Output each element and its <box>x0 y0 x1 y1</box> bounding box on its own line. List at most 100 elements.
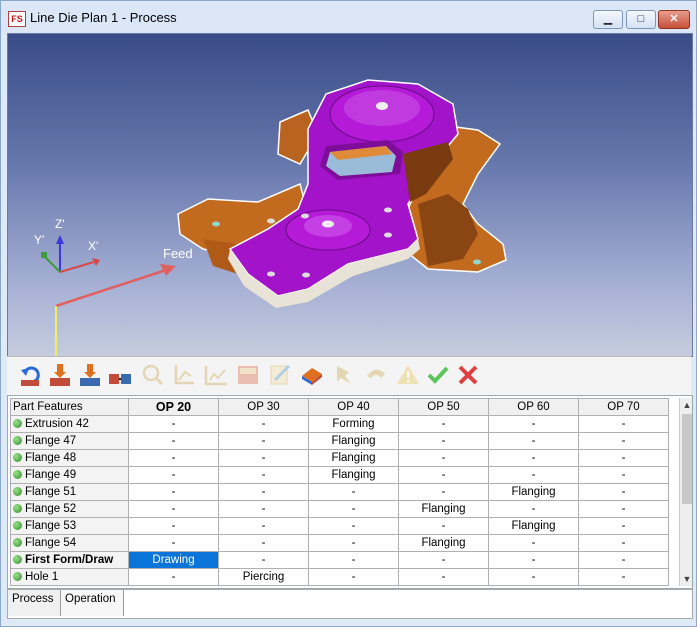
hand-pick-button[interactable] <box>363 362 389 388</box>
operation-cell[interactable]: - <box>398 449 489 467</box>
edit-note-button[interactable] <box>267 362 293 388</box>
operation-cell[interactable]: - <box>218 466 309 484</box>
operation-cell[interactable]: - <box>128 415 219 433</box>
operation-cell[interactable]: - <box>308 551 399 569</box>
operation-cell[interactable]: - <box>578 483 669 501</box>
tab-process[interactable]: Process <box>8 590 64 616</box>
operation-cell[interactable]: - <box>128 517 219 535</box>
operation-cell[interactable]: - <box>128 534 219 552</box>
vertical-scrollbar[interactable]: ▲ ▼ <box>679 398 692 586</box>
operation-cell[interactable]: Flanging <box>488 483 579 501</box>
maximize-button[interactable]: □ <box>626 10 656 29</box>
operation-cell[interactable]: Flanging <box>308 449 399 467</box>
operation-cell[interactable]: - <box>488 449 579 467</box>
operation-cell[interactable]: - <box>218 415 309 433</box>
operation-cell[interactable]: - <box>308 534 399 552</box>
operation-cell[interactable]: Flanging <box>308 432 399 450</box>
axis-frame-button[interactable] <box>171 362 197 388</box>
feature-cell[interactable]: Flange 53 <box>10 517 129 535</box>
feature-cell[interactable]: Flange 52 <box>10 500 129 518</box>
operation-cell[interactable]: - <box>128 568 219 586</box>
operation-cell[interactable]: - <box>128 483 219 501</box>
scrollbar-thumb[interactable] <box>682 414 692 504</box>
operation-cell[interactable]: - <box>308 517 399 535</box>
tab-operation[interactable]: Operation <box>60 590 124 616</box>
feature-cell[interactable]: Flange 48 <box>10 449 129 467</box>
table-row[interactable]: Extrusion 42 - - Forming - - - <box>10 415 669 433</box>
table-row[interactable]: Flange 51 - - - - Flanging - <box>10 483 669 501</box>
column-header-part-features[interactable]: Part Features <box>10 398 129 416</box>
grid-image-button[interactable] <box>235 362 261 388</box>
add-operation-after-button[interactable] <box>77 362 103 388</box>
operation-cell[interactable]: Piercing <box>218 568 309 586</box>
rotate-part-button[interactable] <box>17 362 43 388</box>
operation-cell[interactable]: - <box>398 517 489 535</box>
feature-cell[interactable]: Flange 47 <box>10 432 129 450</box>
operation-cell[interactable]: - <box>488 568 579 586</box>
feature-lookup-button[interactable] <box>139 362 165 388</box>
operation-cell[interactable]: - <box>578 534 669 552</box>
feature-cell[interactable]: Flange 49 <box>10 466 129 484</box>
add-operation-before-button[interactable] <box>47 362 73 388</box>
scroll-down-arrow-icon[interactable]: ▼ <box>680 572 692 586</box>
operation-cell[interactable]: - <box>578 517 669 535</box>
operation-cell[interactable]: - <box>578 466 669 484</box>
table-row[interactable]: Flange 54 - - - Flanging - - <box>10 534 669 552</box>
operation-cell[interactable]: - <box>488 432 579 450</box>
operation-cell[interactable]: - <box>488 534 579 552</box>
operation-cell[interactable]: - <box>398 483 489 501</box>
operation-cell[interactable]: - <box>488 466 579 484</box>
operation-cell[interactable]: - <box>218 500 309 518</box>
feature-cell[interactable]: Extrusion 42 <box>10 415 129 433</box>
table-row[interactable]: Flange 48 - - Flanging - - - <box>10 449 669 467</box>
operation-cell[interactable]: - <box>578 568 669 586</box>
line-chart-button[interactable] <box>203 362 229 388</box>
operation-cell[interactable]: - <box>218 551 309 569</box>
operation-cell[interactable]: - <box>218 534 309 552</box>
column-header-op60[interactable]: OP 60 <box>488 398 579 416</box>
column-header-op30[interactable]: OP 30 <box>218 398 309 416</box>
operation-cell[interactable]: - <box>398 415 489 433</box>
warning-button[interactable] <box>395 362 421 388</box>
operation-cell[interactable]: - <box>218 449 309 467</box>
table-row[interactable]: First Form/Draw Drawing - - - - - <box>10 551 669 569</box>
operation-cell[interactable]: Forming <box>308 415 399 433</box>
operation-cell[interactable]: - <box>128 449 219 467</box>
operation-cell[interactable]: Flanging <box>398 534 489 552</box>
merge-operations-button[interactable] <box>107 362 133 388</box>
feature-cell[interactable]: Flange 54 <box>10 534 129 552</box>
column-header-op70[interactable]: OP 70 <box>578 398 669 416</box>
operation-cell[interactable]: - <box>578 500 669 518</box>
operation-cell[interactable]: - <box>218 517 309 535</box>
operation-cell[interactable]: - <box>578 432 669 450</box>
operation-cell[interactable]: - <box>398 551 489 569</box>
operation-cell[interactable]: - <box>488 415 579 433</box>
scroll-up-arrow-icon[interactable]: ▲ <box>680 398 692 412</box>
operation-cell[interactable]: - <box>578 415 669 433</box>
reject-button[interactable] <box>455 362 481 388</box>
operation-cell[interactable]: Flanging <box>398 500 489 518</box>
minimize-button[interactable]: ▁ <box>593 10 623 29</box>
operation-cell[interactable]: - <box>218 432 309 450</box>
operation-cell[interactable]: - <box>398 466 489 484</box>
table-row[interactable]: Flange 47 - - Flanging - - - <box>10 432 669 450</box>
pin-feature-button[interactable] <box>331 362 357 388</box>
book-button[interactable] <box>299 362 325 388</box>
operation-cell[interactable]: - <box>128 466 219 484</box>
feature-cell[interactable]: Hole 1 <box>10 568 129 586</box>
column-header-op50[interactable]: OP 50 <box>398 398 489 416</box>
operation-cell[interactable]: Flanging <box>308 466 399 484</box>
column-header-op40[interactable]: OP 40 <box>308 398 399 416</box>
operation-cell[interactable]: - <box>308 568 399 586</box>
table-row[interactable]: Flange 49 - - Flanging - - - <box>10 466 669 484</box>
close-button[interactable]: ✕ <box>658 10 690 29</box>
operation-cell-selected[interactable]: Drawing <box>128 551 219 569</box>
table-row[interactable]: Hole 1 - Piercing - - - - <box>10 568 669 586</box>
title-bar[interactable]: FS Line Die Plan 1 - Process ▁ □ ✕ <box>1 1 696 33</box>
feature-cell[interactable]: Flange 51 <box>10 483 129 501</box>
operation-cell[interactable]: - <box>488 551 579 569</box>
operation-cell[interactable]: - <box>578 449 669 467</box>
operation-cell[interactable]: - <box>128 500 219 518</box>
operation-cell[interactable]: - <box>218 483 309 501</box>
operation-cell[interactable]: - <box>398 568 489 586</box>
